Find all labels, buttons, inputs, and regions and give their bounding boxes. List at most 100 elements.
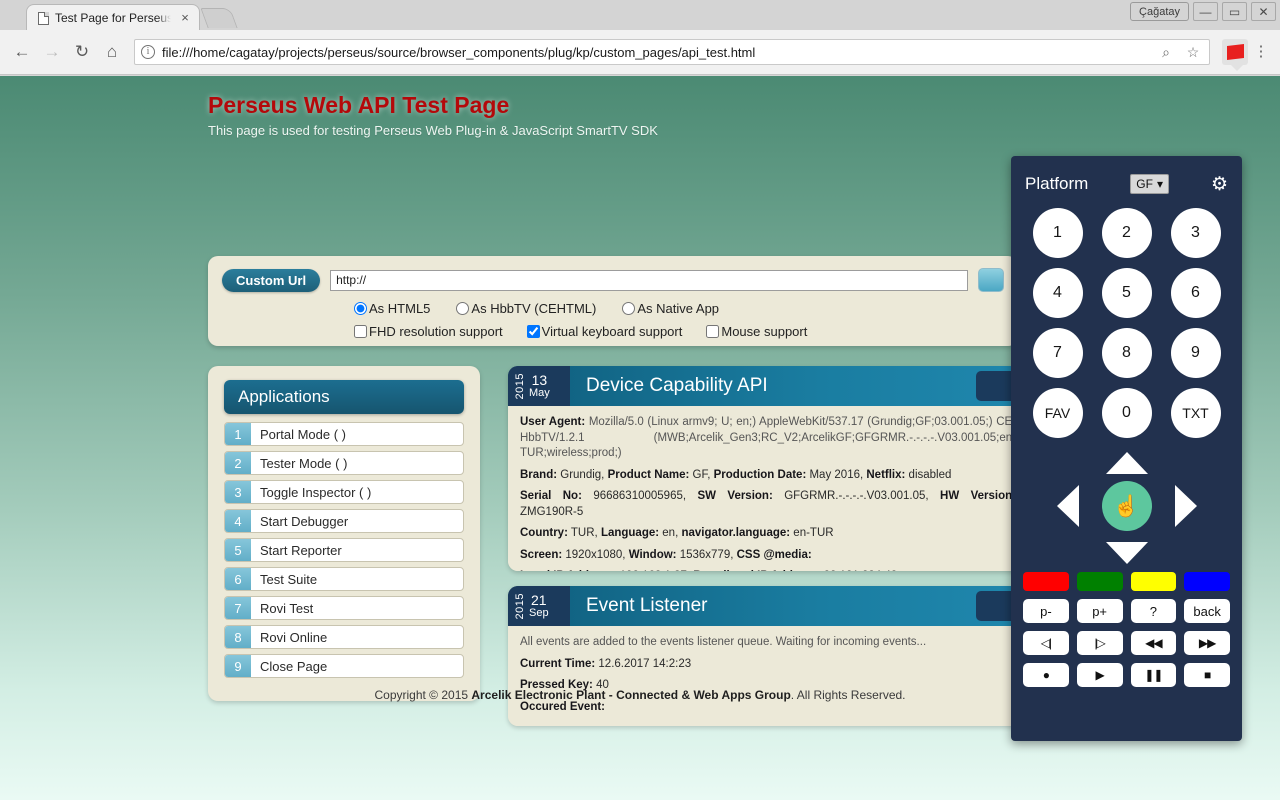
event-panel-header: 2015 21 Sep Event Listener — [508, 586, 1028, 626]
radio-as-html5-input[interactable] — [354, 302, 367, 315]
step-forward-button[interactable]: |▷ — [1076, 631, 1123, 655]
page-content: Perseus Web API Test Page This page is u… — [0, 76, 1280, 800]
application-item-number: 9 — [225, 655, 251, 677]
radio-as-native-app-input[interactable] — [622, 302, 636, 315]
right-arrow-icon[interactable] — [1174, 485, 1197, 527]
remote-key-4[interactable]: 4 — [1032, 268, 1083, 318]
close-icon[interactable]: × — [177, 10, 193, 25]
radio-as-html5[interactable]: As HTML5 — [354, 301, 430, 316]
step-back-button[interactable]: ◁| — [1023, 631, 1069, 655]
remote-key-3[interactable]: 3 — [1170, 208, 1221, 258]
radio-as-hbbtv-label: As HbbTV (CEHTML) — [471, 301, 597, 316]
browser-menu-icon[interactable]: ⋮ — [1250, 44, 1272, 59]
window-controls: Çağatay — ▭ ✕ — [1130, 2, 1276, 21]
applications-list: 1 Portal Mode ( ) 2 Tester Mode ( ) 3 Toggle … — [224, 422, 464, 678]
footer-suffix: . All Rights Reserved. — [790, 688, 906, 702]
application-item-1[interactable]: 1 Portal Mode ( ) — [224, 422, 464, 446]
event-status-text: All events are added to the events liste… — [520, 636, 927, 648]
minimize-icon[interactable]: — — [1193, 2, 1218, 21]
event-listener-panel: 2015 21 Sep Event Listener All events ar… — [508, 586, 1028, 726]
back-icon[interactable]: ← — [8, 38, 36, 66]
extension-icon[interactable] — [1222, 39, 1248, 71]
rewind-button[interactable]: ◀◀ — [1130, 631, 1177, 655]
browser-window: Test Page for Perseus × Çağatay — ▭ ✕ ← … — [0, 0, 1280, 800]
reload-icon[interactable]: ↻ — [68, 38, 96, 66]
color-key-red[interactable] — [1023, 572, 1069, 591]
platform-select[interactable]: GF ▾ — [1130, 174, 1169, 194]
left-arrow-icon[interactable] — [1056, 485, 1079, 527]
application-item-number: 2 — [225, 452, 251, 474]
application-item-number: 7 — [225, 597, 251, 619]
application-item-4[interactable]: 4 Start Debugger — [224, 509, 464, 533]
color-key-green[interactable] — [1076, 572, 1123, 591]
new-tab-button[interactable] — [200, 8, 238, 28]
device-line-brand: Brand: Grundig, Product Name: GF, Produc… — [520, 468, 952, 481]
application-item-label: Portal Mode ( ) — [260, 426, 346, 442]
page-viewport: Perseus Web API Test Page This page is u… — [0, 76, 1280, 800]
radio-as-native-app[interactable]: As Native App — [622, 301, 719, 316]
application-item-7[interactable]: 7 Rovi Test — [224, 596, 464, 620]
checkbox-mouse-support-label: Mouse support — [721, 324, 808, 339]
window-close-icon[interactable]: ✕ — [1251, 2, 1276, 21]
remote-key-9[interactable]: 9 — [1170, 328, 1221, 378]
maximize-icon[interactable]: ▭ — [1222, 2, 1247, 21]
remote-key-0[interactable]: 0 — [1101, 388, 1152, 438]
pause-button[interactable]: ❚❚ — [1130, 663, 1177, 687]
device-line-country: Country: TUR, Language: en, navigator.la… — [520, 527, 834, 540]
remote-key-pminus[interactable]: p- — [1023, 599, 1069, 623]
application-item-3[interactable]: 3 Toggle Inspector ( ) — [224, 480, 464, 504]
stop-button[interactable]: ■ — [1184, 663, 1230, 687]
custom-url-go-button[interactable] — [978, 268, 1004, 292]
color-key-blue[interactable] — [1184, 572, 1230, 591]
record-button[interactable]: ● — [1023, 663, 1069, 687]
checkbox-mouse-support-input[interactable] — [706, 325, 720, 338]
home-icon[interactable]: ⌂ — [98, 38, 126, 66]
remote-key-8[interactable]: 8 — [1101, 328, 1152, 378]
checkbox-virtual-keyboard-input[interactable] — [526, 325, 540, 338]
date-month: May — [529, 386, 550, 399]
custom-url-row: Custom Url — [222, 268, 1004, 292]
checkbox-mouse-support[interactable]: Mouse support — [706, 324, 807, 339]
down-arrow-icon[interactable] — [1105, 542, 1148, 564]
browser-tab[interactable]: Test Page for Perseus × — [26, 4, 200, 30]
radio-as-hbbtv[interactable]: As HbbTV (CEHTML) — [456, 301, 596, 316]
device-line-user-agent: User Agent: Mozilla/5.0 (Linux armv9; U;… — [520, 416, 1017, 460]
profile-name-button[interactable]: Çağatay — [1130, 2, 1189, 21]
color-key-yellow[interactable] — [1130, 572, 1177, 591]
address-bar[interactable]: i file:///home/cagatay/projects/perseus/… — [134, 39, 1210, 65]
remote-key-back[interactable]: back — [1184, 599, 1230, 623]
checkbox-fhd-resolution-input[interactable] — [354, 325, 367, 338]
checkbox-virtual-keyboard[interactable]: Virtual keyboard support — [526, 324, 682, 339]
remote-key-6[interactable]: 6 — [1170, 268, 1221, 318]
remote-key-1[interactable]: 1 — [1032, 208, 1083, 258]
checkbox-fhd-resolution[interactable]: FHD resolution support — [354, 324, 503, 339]
remote-key-txt[interactable]: TXT — [1170, 388, 1221, 438]
forward-icon[interactable]: → — [38, 38, 66, 66]
application-item-6[interactable]: 6 Test Suite — [224, 567, 464, 591]
remote-key-7[interactable]: 7 — [1032, 328, 1083, 378]
application-item-2[interactable]: 2 Tester Mode ( ) — [224, 451, 464, 475]
ok-button[interactable]: ☝ — [1101, 481, 1152, 531]
custom-url-input[interactable] — [330, 269, 968, 291]
device-capability-panel: 2015 13 May Device Capability API User A… — [508, 366, 1028, 571]
fast-forward-button[interactable]: ▶▶ — [1184, 631, 1230, 655]
gear-icon[interactable]: ⚙ — [1211, 175, 1228, 194]
remote-key-2[interactable]: 2 — [1101, 208, 1152, 258]
remote-key-fav[interactable]: FAV — [1032, 388, 1083, 438]
radio-as-hbbtv-input[interactable] — [456, 302, 470, 315]
application-item-5[interactable]: 5 Start Reporter — [224, 538, 464, 562]
play-button[interactable]: ▶ — [1076, 663, 1123, 687]
page-info-icon[interactable]: i — [141, 45, 155, 59]
remote-key-pplus[interactable]: p+ — [1076, 599, 1123, 623]
application-item-number: 1 — [225, 423, 251, 445]
up-arrow-icon[interactable] — [1105, 452, 1148, 474]
bookmark-star-icon[interactable]: ☆ — [1183, 44, 1203, 61]
remote-key-5[interactable]: 5 — [1101, 268, 1152, 318]
search-icon[interactable]: ⌕ — [1156, 44, 1176, 61]
application-item-8[interactable]: 8 Rovi Online — [224, 625, 464, 649]
event-occured-event-label: Occured Event: — [520, 700, 605, 713]
application-item-9[interactable]: 9 Close Page — [224, 654, 464, 678]
date-day: 13 — [531, 371, 548, 388]
media-key-row-1: ◁| |▷ ◀◀ ▶▶ — [1023, 631, 1230, 655]
remote-key-help[interactable]: ? — [1130, 599, 1177, 623]
